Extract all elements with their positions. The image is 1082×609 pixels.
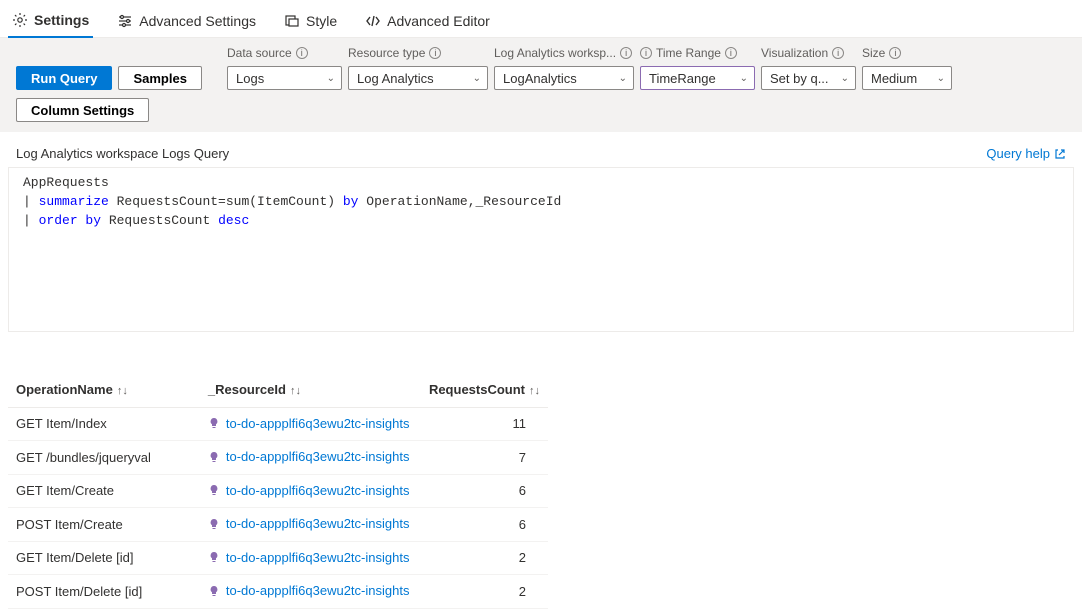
cell-operation: GET /bundles/jqueryval	[8, 441, 200, 475]
resource-link[interactable]: to-do-appplfi6q3ewu2tc-insights	[208, 550, 410, 565]
cell-resource: to-do-appplfi6q3ewu2tc-insights	[200, 407, 421, 441]
tab-label: Advanced Settings	[139, 13, 256, 29]
toolbar: Data source i Resource type i Log Analytic…	[0, 38, 1082, 132]
lightbulb-icon	[208, 417, 220, 429]
cell-count: 6	[421, 474, 548, 508]
resource-link[interactable]: to-do-appplfi6q3ewu2tc-insights	[208, 416, 410, 431]
lightbulb-icon	[208, 585, 220, 597]
section-title: Log Analytics workspace Logs Query	[16, 146, 229, 161]
size-label: Size	[862, 46, 885, 60]
data-source-dropdown[interactable]: Logs⌄	[227, 66, 342, 90]
lightbulb-icon	[208, 551, 220, 563]
tab-label: Style	[306, 13, 337, 29]
external-link-icon	[1054, 148, 1066, 160]
info-icon[interactable]: i	[640, 47, 652, 59]
cell-count: 6	[421, 508, 548, 542]
workspace-dropdown[interactable]: LogAnalytics⌄	[494, 66, 634, 90]
column-header-count[interactable]: RequestsCount↑↓	[421, 372, 548, 408]
table-row[interactable]: GET Item/Create to-do-appplfi6q3ewu2tc-in…	[8, 474, 548, 508]
table-row[interactable]: GET Item/Index to-do-appplfi6q3ewu2tc-ins…	[8, 407, 548, 441]
table-row[interactable]: POST Item/Create to-do-appplfi6q3ewu2tc-i…	[8, 508, 548, 542]
column-settings-button[interactable]: Column Settings	[16, 98, 149, 122]
info-icon[interactable]: i	[296, 47, 308, 59]
resource-link[interactable]: to-do-appplfi6q3ewu2tc-insights	[208, 583, 410, 598]
info-icon[interactable]: i	[832, 47, 844, 59]
tab-advanced-settings[interactable]: Advanced Settings	[113, 7, 260, 37]
column-header-operation[interactable]: OperationName↑↓	[8, 372, 200, 408]
cell-resource: to-do-appplfi6q3ewu2tc-insights	[200, 575, 421, 609]
sort-icon: ↑↓	[529, 385, 540, 397]
size-dropdown[interactable]: Medium⌄	[862, 66, 952, 90]
column-header-resource[interactable]: _ResourceId↑↓	[200, 372, 421, 408]
cell-operation: GET Item/Create	[8, 474, 200, 508]
data-source-label: Data source	[227, 46, 292, 60]
samples-button[interactable]: Samples	[118, 66, 201, 90]
tab-settings[interactable]: Settings	[8, 6, 93, 38]
info-icon[interactable]: i	[725, 47, 737, 59]
resource-link[interactable]: to-do-appplfi6q3ewu2tc-insights	[208, 483, 410, 498]
table-row[interactable]: POST Item/Delete [id] to-do-appplfi6q3ewu…	[8, 575, 548, 609]
tab-style[interactable]: Style	[280, 7, 341, 37]
tab-label: Advanced Editor	[387, 13, 490, 29]
run-query-button[interactable]: Run Query	[16, 66, 112, 90]
chevron-down-icon: ⌄	[473, 73, 481, 84]
toolbar-labels: Data source i Resource type i Log Analytic…	[16, 46, 1066, 60]
tab-advanced-editor[interactable]: Advanced Editor	[361, 7, 494, 37]
workspace-label: Log Analytics worksp...	[494, 46, 616, 60]
info-icon[interactable]: i	[429, 47, 441, 59]
cell-count: 2	[421, 575, 548, 609]
time-range-dropdown[interactable]: TimeRange⌄	[640, 66, 755, 90]
cell-resource: to-do-appplfi6q3ewu2tc-insights	[200, 474, 421, 508]
chevron-down-icon: ⌄	[841, 73, 849, 84]
resource-link[interactable]: to-do-appplfi6q3ewu2tc-insights	[208, 449, 410, 464]
visualization-dropdown[interactable]: Set by q...⌄	[761, 66, 856, 90]
cell-count: 7	[421, 441, 548, 475]
resource-link[interactable]: to-do-appplfi6q3ewu2tc-insights	[208, 516, 410, 531]
tab-label: Settings	[34, 12, 89, 28]
visualization-label: Visualization	[761, 46, 828, 60]
cell-resource: to-do-appplfi6q3ewu2tc-insights	[200, 508, 421, 542]
cell-count: 11	[421, 407, 548, 441]
query-editor[interactable]: AppRequests | summarize RequestsCount=su…	[8, 167, 1074, 332]
sort-icon: ↑↓	[117, 385, 128, 397]
chevron-down-icon: ⌄	[619, 73, 627, 84]
lightbulb-icon	[208, 484, 220, 496]
results-table: OperationName↑↓ _ResourceId↑↓ RequestsCo…	[8, 372, 1074, 609]
cell-operation: GET Item/Index	[8, 407, 200, 441]
style-icon	[284, 13, 300, 29]
gear-icon	[12, 12, 28, 28]
info-icon[interactable]: i	[889, 47, 901, 59]
chevron-down-icon: ⌄	[937, 73, 945, 84]
sort-icon: ↑↓	[290, 385, 301, 397]
table-row[interactable]: GET /bundles/jqueryval to-do-appplfi6q3ew…	[8, 441, 548, 475]
lightbulb-icon	[208, 451, 220, 463]
cell-operation: POST Item/Create	[8, 508, 200, 542]
tab-bar: Settings Advanced Settings Style Advance…	[0, 0, 1082, 38]
lightbulb-icon	[208, 518, 220, 530]
resource-type-label: Resource type	[348, 46, 425, 60]
info-icon[interactable]: i	[620, 47, 632, 59]
cell-operation: POST Item/Delete [id]	[8, 575, 200, 609]
chevron-down-icon: ⌄	[327, 73, 335, 84]
resource-type-dropdown[interactable]: Log Analytics⌄	[348, 66, 488, 90]
cell-resource: to-do-appplfi6q3ewu2tc-insights	[200, 441, 421, 475]
time-range-label: Time Range	[656, 46, 721, 60]
code-icon	[365, 13, 381, 29]
chevron-down-icon: ⌄	[740, 73, 748, 84]
query-help-link[interactable]: Query help	[986, 146, 1066, 161]
sliders-icon	[117, 13, 133, 29]
